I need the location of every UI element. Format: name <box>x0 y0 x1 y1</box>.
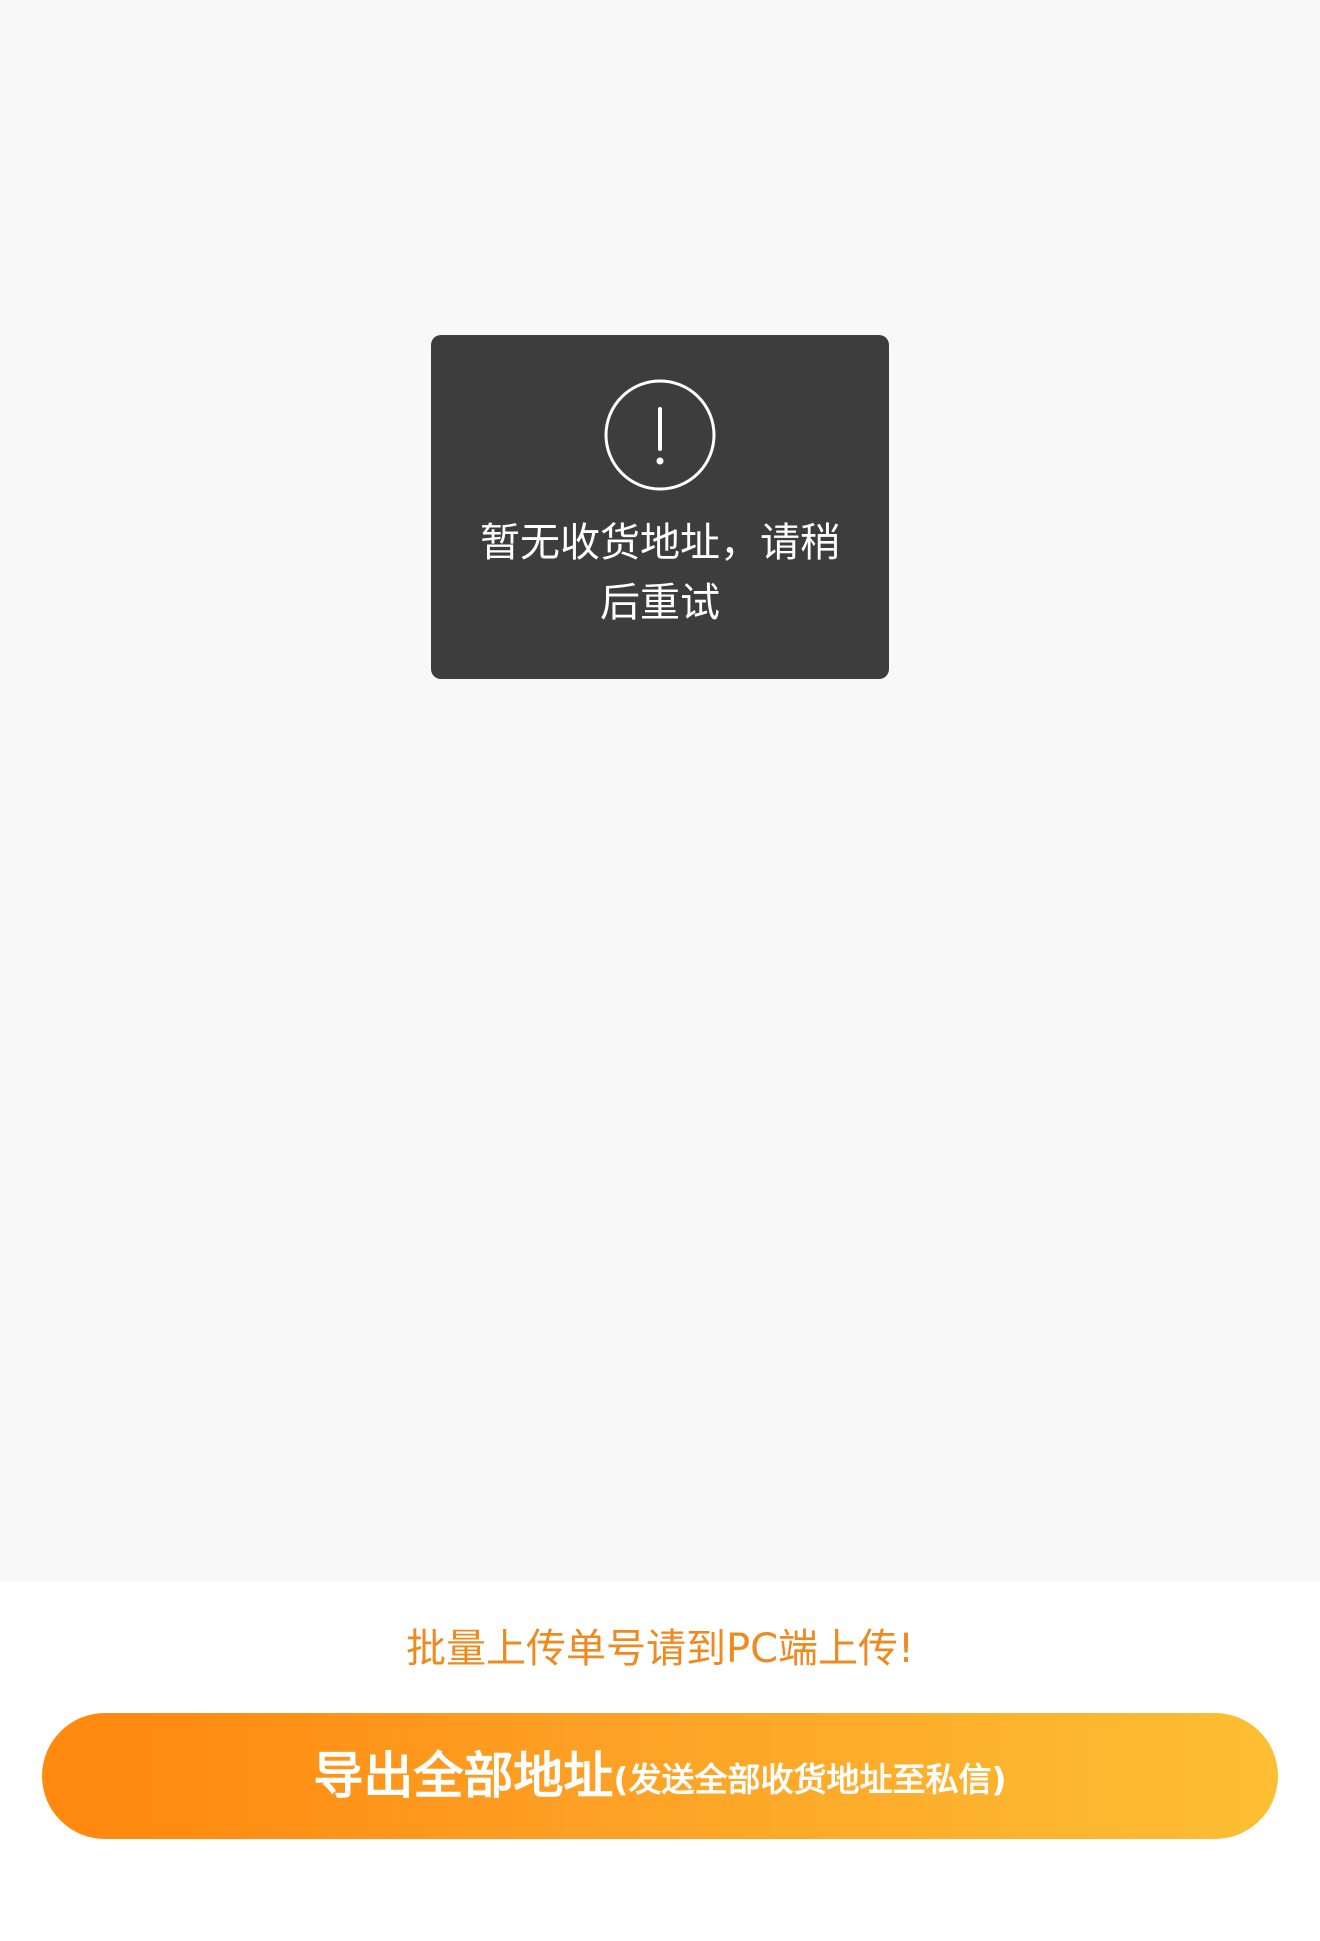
toast-message: 暂无收货地址，请稍后重试 <box>480 520 840 626</box>
export-all-addresses-button[interactable]: 导出全部地址 (发送全部收货地址至私信) <box>42 1713 1278 1839</box>
export-button-label: 导出全部地址 <box>313 1747 614 1805</box>
export-button-note: (发送全部收货地址至私信) <box>613 1760 1007 1799</box>
toast: 暂无收货地址，请稍后重试 <box>431 335 889 679</box>
bottom-panel: 批量上传单号请到PC端上传! 导出全部地址 (发送全部收货地址至私信) <box>0 1581 1320 1941</box>
exclamation-circle-icon <box>604 379 716 491</box>
upload-notice: 批量上传单号请到PC端上传! <box>405 1626 915 1672</box>
